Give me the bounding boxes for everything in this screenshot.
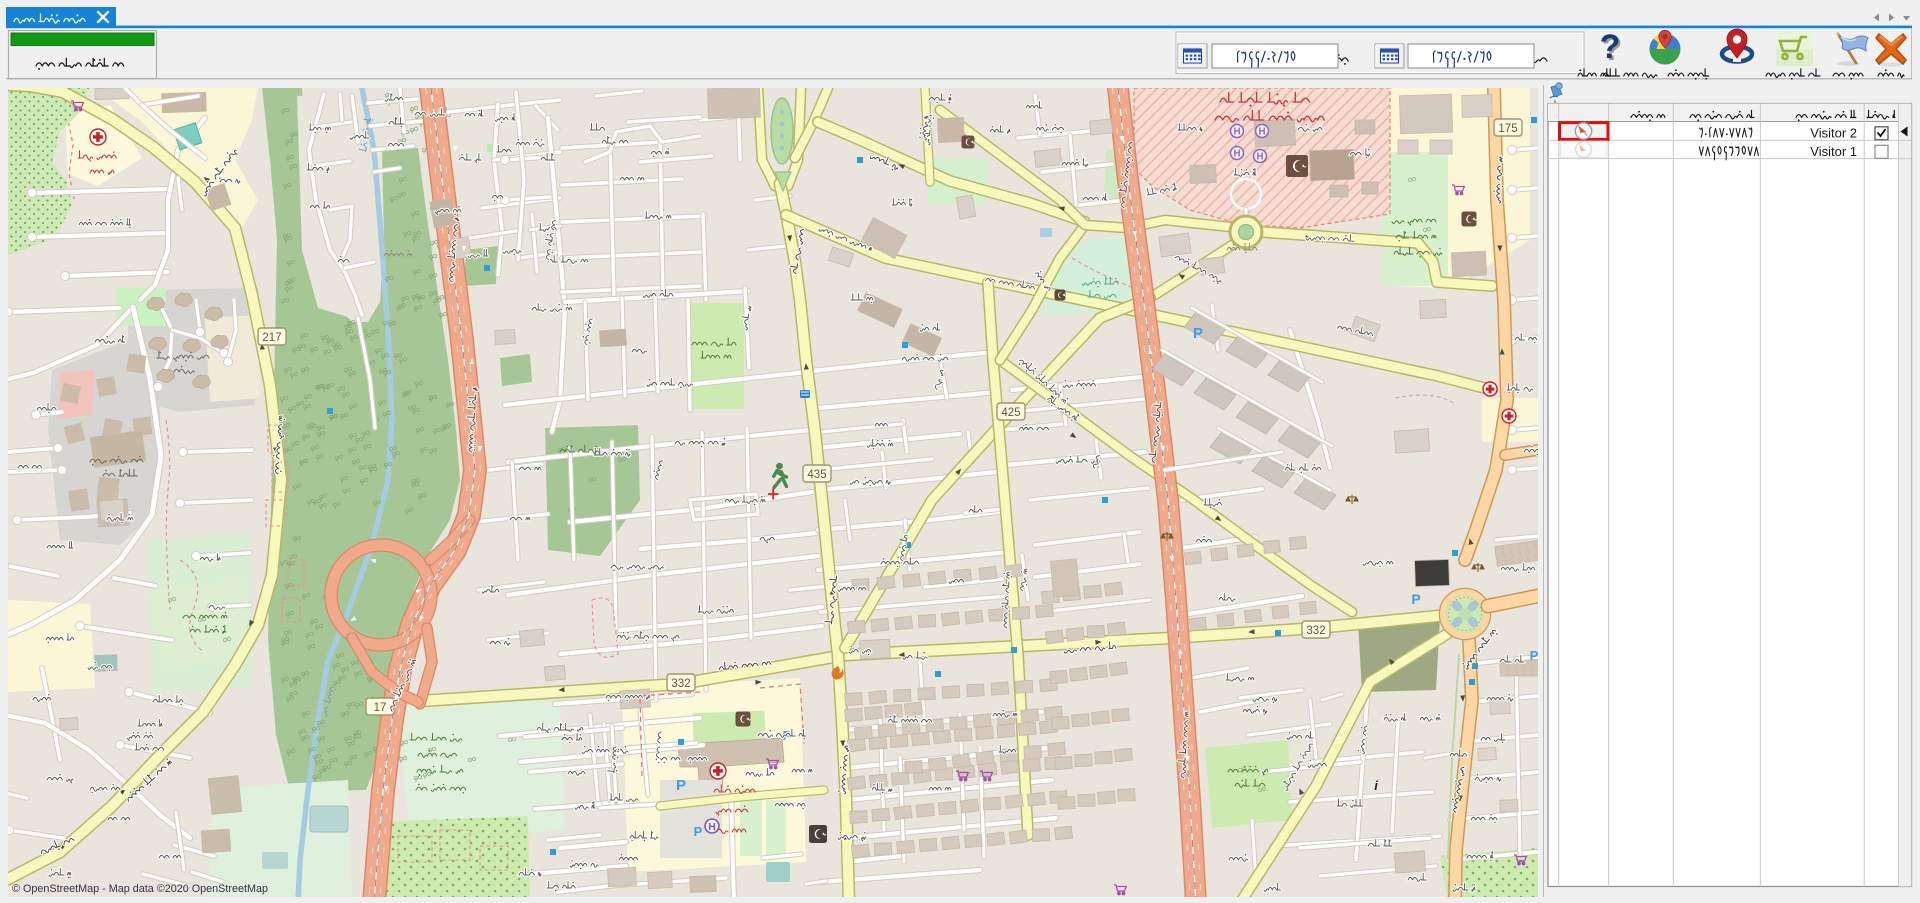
svg-text:H: H: [1256, 152, 1263, 163]
svg-text:175: 175: [1498, 123, 1517, 135]
svg-text:P: P: [676, 777, 686, 794]
svg-text:435: 435: [807, 469, 826, 481]
svg-text:H: H: [1258, 127, 1265, 138]
svg-text:Visitor 2: Visitor 2: [1810, 126, 1857, 141]
svg-text:P: P: [1411, 591, 1420, 607]
svg-text:Visitor 1: Visitor 1: [1810, 144, 1857, 159]
svg-text:332: 332: [1306, 625, 1325, 637]
svg-text:?: ?: [1600, 28, 1621, 66]
svg-text:425: 425: [1001, 407, 1020, 419]
svg-text:P: P: [1530, 648, 1539, 663]
svg-text:H: H: [708, 821, 716, 833]
svg-text:217: 217: [262, 332, 281, 344]
svg-text:© OpenStreetMap - Map data ©20: © OpenStreetMap - Map data ©2020 OpenStr…: [12, 883, 268, 895]
svg-text:H: H: [1233, 149, 1240, 160]
svg-text:P: P: [1193, 325, 1203, 342]
svg-text:H: H: [1233, 127, 1240, 138]
svg-text:332: 332: [671, 678, 690, 690]
svg-text:17: 17: [374, 702, 387, 714]
svg-text:P: P: [694, 824, 703, 839]
svg-text:i: i: [1374, 778, 1378, 793]
